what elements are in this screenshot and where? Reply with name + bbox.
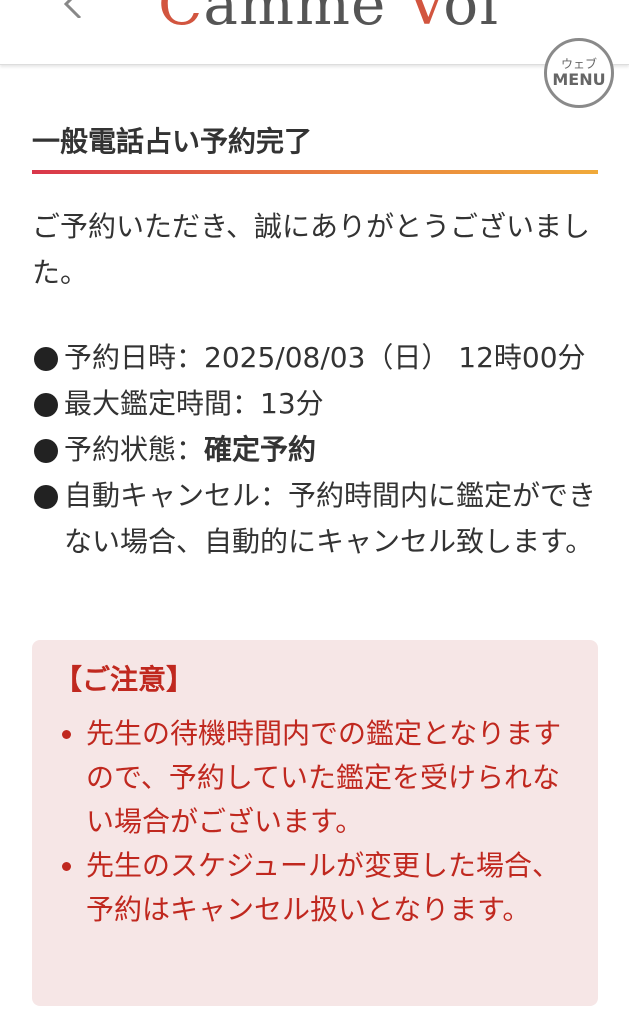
detail-reservation-datetime: 予約日時：2025/08/03（日） 12時00分 [32,335,600,381]
bullet-icon [34,485,58,509]
title-underline [32,170,598,174]
detail-max-duration: 最大鑑定時間：13分 [32,381,600,427]
detail-auto-cancel: 自動キャンセル：予約時間内に鑑定ができない場合、自動的にキャンセル致します。 [32,473,600,565]
detail-label: 最大鑑定時間： [64,387,261,420]
bullet-icon [34,393,58,417]
notice-item: 先生の待機時間内での鑑定となりますので、予約していた鑑定を受けられない場合がござ… [60,712,570,844]
bullet-icon [62,730,71,739]
page-title: 一般電話占い予約完了 [32,125,313,158]
notice-item: 先生のスケジュールが変更した場合、予約はキャンセル扱いとなります。 [60,844,570,932]
detail-label: 予約状態： [64,433,205,466]
back-arrow-icon[interactable] [58,0,88,18]
thank-you-message: ご予約いただき、誠にありがとうございました。 [32,210,591,289]
menu-sub-label: ウェブ [560,57,597,71]
bullet-icon [34,439,58,463]
brand-logo[interactable]: Camme Voi [158,0,499,38]
bullet-icon [34,347,58,371]
notice-box: 【ご注意】 先生の待機時間内での鑑定となりますので、予約していた鑑定を受けられな… [32,640,598,1006]
detail-value: 13分 [260,387,324,420]
notice-title: 【ご注意】 [54,663,195,696]
bullet-icon [62,862,71,871]
notice-text: 先生の待機時間内での鑑定となりますので、予約していた鑑定を受けられない場合がござ… [86,717,562,838]
detail-label: 予約日時： [64,341,205,374]
reservation-details: 予約日時：2025/08/03（日） 12時00分 最大鑑定時間：13分 予約状… [32,335,600,565]
app-header: Camme Voi [0,0,629,65]
status-value: 確定予約 [204,433,317,466]
notice-list: 先生の待機時間内での鑑定となりますので、予約していた鑑定を受けられない場合がござ… [60,712,570,932]
web-menu-button[interactable]: ウェブ MENU [544,38,614,108]
detail-value: 2025/08/03（日） 12時00分 [204,341,586,374]
detail-reservation-status: 予約状態：確定予約 [32,427,600,473]
menu-label: MENU [552,70,606,89]
notice-text: 先生のスケジュールが変更した場合、予約はキャンセル扱いとなります。 [86,849,561,926]
detail-label: 自動キャンセル： [64,479,289,512]
